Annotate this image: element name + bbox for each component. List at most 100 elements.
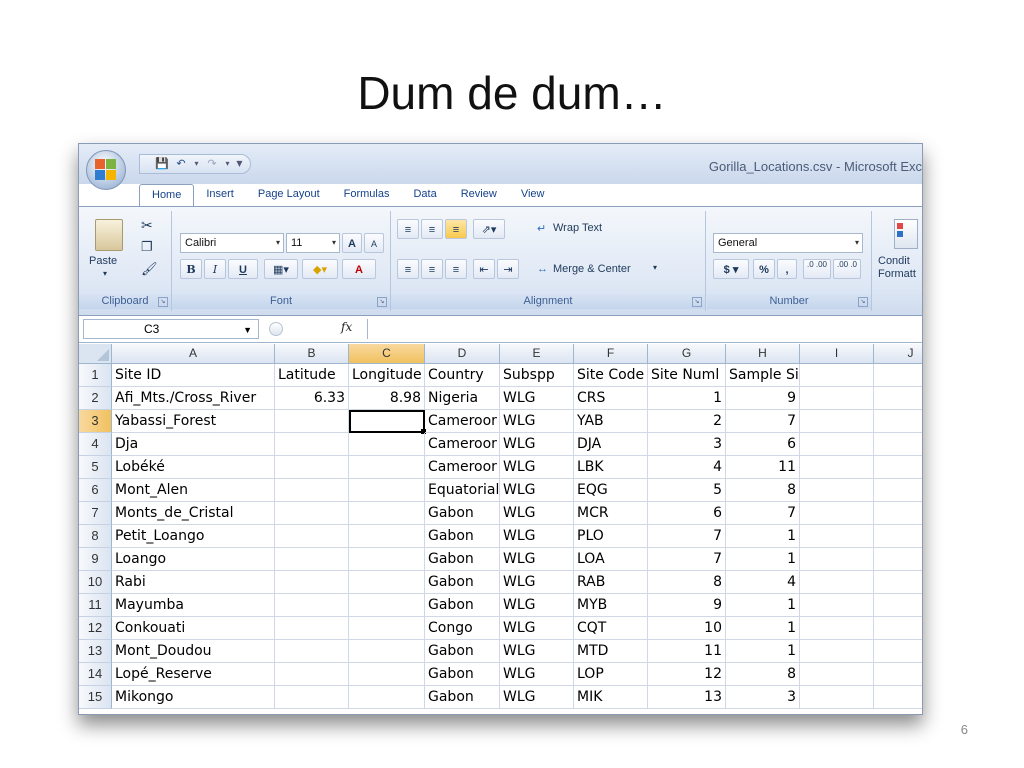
- cell-j13[interactable]: [874, 640, 922, 663]
- tab-formulas[interactable]: Formulas: [332, 184, 402, 206]
- cell-f4[interactable]: DJA: [574, 433, 648, 456]
- insert-function-icon[interactable]: fx: [341, 320, 352, 334]
- cell-g1[interactable]: Site Numl: [648, 364, 726, 387]
- paste-icon[interactable]: [95, 219, 123, 251]
- cell-h12[interactable]: 1: [726, 617, 800, 640]
- cell-f8[interactable]: PLO: [574, 525, 648, 548]
- cell-i7[interactable]: [800, 502, 874, 525]
- cell-h1[interactable]: Sample Size: [726, 364, 800, 387]
- cell-c10[interactable]: [349, 571, 425, 594]
- number-format-select[interactable]: General ▾: [713, 233, 863, 253]
- cell-f7[interactable]: MCR: [574, 502, 648, 525]
- cell-b4[interactable]: [275, 433, 349, 456]
- underline-button[interactable]: U: [228, 259, 258, 279]
- cell-e15[interactable]: WLG: [500, 686, 574, 709]
- redo-icon[interactable]: ↷: [204, 157, 220, 171]
- row-header-15[interactable]: 15: [79, 686, 112, 709]
- cell-h4[interactable]: 6: [726, 433, 800, 456]
- cell-a15[interactable]: Mikongo: [112, 686, 275, 709]
- cell-i5[interactable]: [800, 456, 874, 479]
- cell-i11[interactable]: [800, 594, 874, 617]
- cell-a5[interactable]: Lobéké: [112, 456, 275, 479]
- cell-c11[interactable]: [349, 594, 425, 617]
- cell-a14[interactable]: Lopé_Reserve: [112, 663, 275, 686]
- cell-f12[interactable]: CQT: [574, 617, 648, 640]
- cell-c7[interactable]: [349, 502, 425, 525]
- cell-j10[interactable]: [874, 571, 922, 594]
- cell-c5[interactable]: [349, 456, 425, 479]
- cell-h6[interactable]: 8: [726, 479, 800, 502]
- cell-d5[interactable]: Cameroor: [425, 456, 500, 479]
- cell-e2[interactable]: WLG: [500, 387, 574, 410]
- cell-h14[interactable]: 8: [726, 663, 800, 686]
- cell-f15[interactable]: MIK: [574, 686, 648, 709]
- cell-j7[interactable]: [874, 502, 922, 525]
- cell-h2[interactable]: 9: [726, 387, 800, 410]
- bold-button[interactable]: B: [180, 259, 202, 279]
- align-middle-button[interactable]: ≡: [421, 219, 443, 239]
- cell-f1[interactable]: Site Code: [574, 364, 648, 387]
- align-top-button[interactable]: ≡: [397, 219, 419, 239]
- font-color-button[interactable]: A: [342, 259, 376, 279]
- cell-d9[interactable]: Gabon: [425, 548, 500, 571]
- cell-j9[interactable]: [874, 548, 922, 571]
- increase-decimal-button[interactable]: .0 .00: [803, 259, 831, 279]
- cell-j3[interactable]: [874, 410, 922, 433]
- row-header-8[interactable]: 8: [79, 525, 112, 548]
- orientation-button[interactable]: ⇗▾: [473, 219, 505, 239]
- row-header-10[interactable]: 10: [79, 571, 112, 594]
- borders-button[interactable]: ▦▾: [264, 259, 298, 279]
- column-header-i[interactable]: I: [800, 344, 874, 364]
- cell-j14[interactable]: [874, 663, 922, 686]
- cell-c6[interactable]: [349, 479, 425, 502]
- cell-i12[interactable]: [800, 617, 874, 640]
- cell-i8[interactable]: [800, 525, 874, 548]
- cell-f5[interactable]: LBK: [574, 456, 648, 479]
- cell-g12[interactable]: 10: [648, 617, 726, 640]
- grow-font-button[interactable]: A: [342, 233, 362, 253]
- cell-b3[interactable]: [275, 410, 349, 433]
- cell-g6[interactable]: 5: [648, 479, 726, 502]
- align-bottom-button[interactable]: ≡: [445, 219, 467, 239]
- cell-a6[interactable]: Mont_Alen: [112, 479, 275, 502]
- row-header-2[interactable]: 2: [79, 387, 112, 410]
- shrink-font-button[interactable]: A: [364, 233, 384, 253]
- cell-f11[interactable]: MYB: [574, 594, 648, 617]
- merge-center-button[interactable]: Merge & Center: [553, 263, 631, 275]
- cell-e4[interactable]: WLG: [500, 433, 574, 456]
- format-painter-icon[interactable]: 🖌: [141, 261, 158, 277]
- cell-f9[interactable]: LOA: [574, 548, 648, 571]
- cell-c9[interactable]: [349, 548, 425, 571]
- row-header-11[interactable]: 11: [79, 594, 112, 617]
- tab-home[interactable]: Home: [139, 184, 195, 207]
- cell-e14[interactable]: WLG: [500, 663, 574, 686]
- decrease-indent-button[interactable]: ⇤: [473, 259, 495, 279]
- clipboard-launcher-icon[interactable]: ↘: [158, 297, 168, 307]
- cell-c15[interactable]: [349, 686, 425, 709]
- cell-j6[interactable]: [874, 479, 922, 502]
- cell-i14[interactable]: [800, 663, 874, 686]
- row-header-7[interactable]: 7: [79, 502, 112, 525]
- cell-b12[interactable]: [275, 617, 349, 640]
- cell-d8[interactable]: Gabon: [425, 525, 500, 548]
- cell-f3[interactable]: YAB: [574, 410, 648, 433]
- tab-data[interactable]: Data: [401, 184, 448, 206]
- cell-h9[interactable]: 1: [726, 548, 800, 571]
- font-name-select[interactable]: Calibri ▾: [180, 233, 284, 253]
- cell-a9[interactable]: Loango: [112, 548, 275, 571]
- cell-e11[interactable]: WLG: [500, 594, 574, 617]
- cell-d13[interactable]: Gabon: [425, 640, 500, 663]
- cell-e3[interactable]: WLG: [500, 410, 574, 433]
- cell-d14[interactable]: Gabon: [425, 663, 500, 686]
- cell-c2[interactable]: 8.98: [349, 387, 425, 410]
- cell-b13[interactable]: [275, 640, 349, 663]
- cell-e1[interactable]: Subspp: [500, 364, 574, 387]
- font-size-select[interactable]: 11 ▾: [286, 233, 340, 253]
- percent-button[interactable]: %: [753, 259, 775, 279]
- cell-g14[interactable]: 12: [648, 663, 726, 686]
- italic-button[interactable]: I: [204, 259, 226, 279]
- row-header-1[interactable]: 1: [79, 364, 112, 387]
- cell-h7[interactable]: 7: [726, 502, 800, 525]
- cell-i6[interactable]: [800, 479, 874, 502]
- cell-g2[interactable]: 1: [648, 387, 726, 410]
